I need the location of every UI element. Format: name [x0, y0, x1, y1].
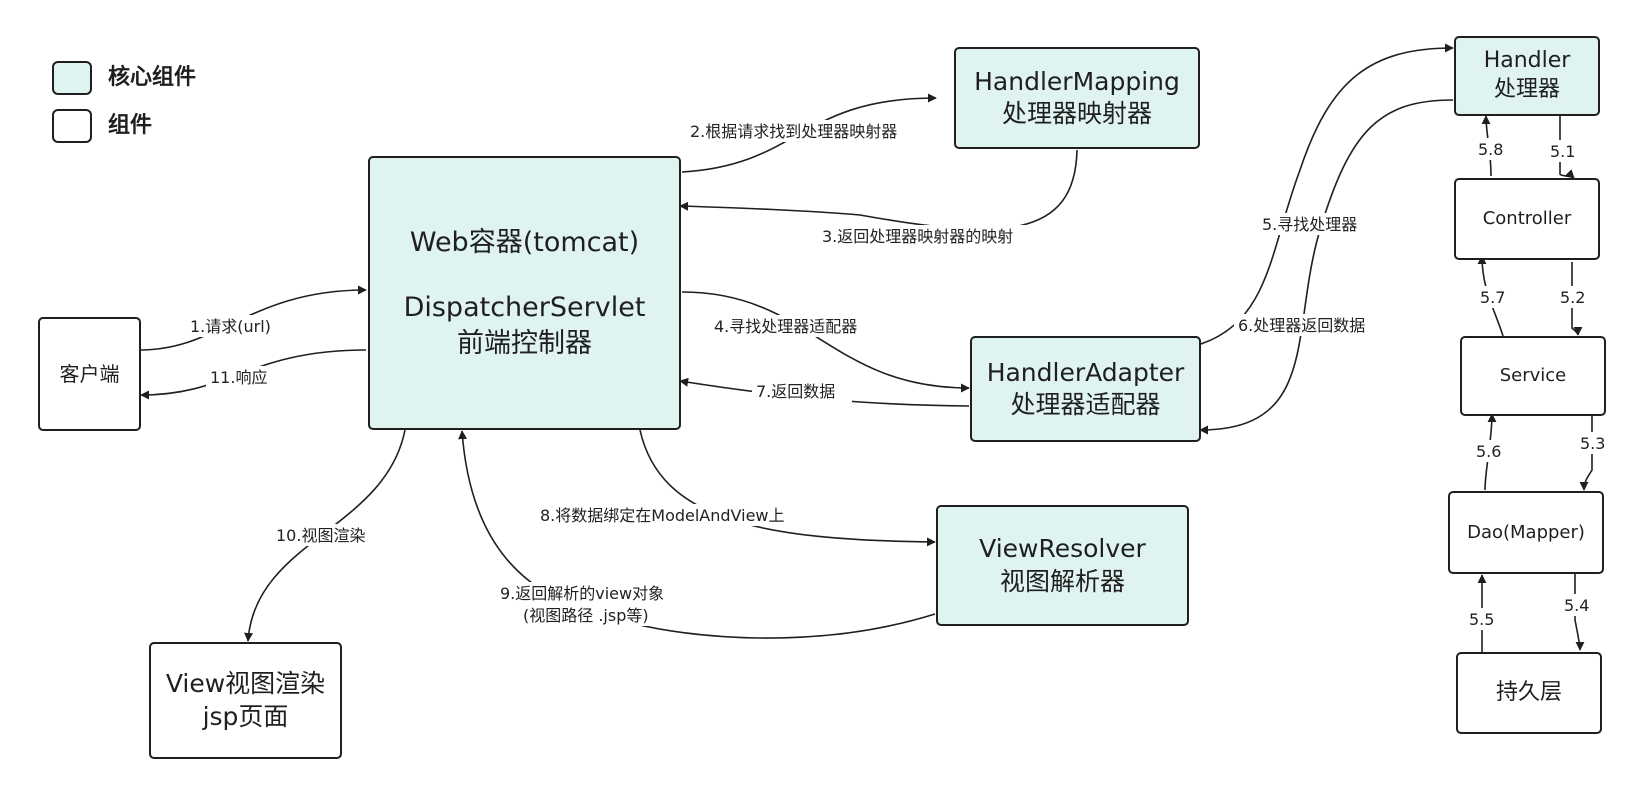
node-view: View视图渲染 jsp页面	[149, 642, 342, 759]
edge-label-3: 3.返回处理器映射器的映射	[822, 227, 1013, 246]
node-view-resolver-line2: 视图解析器	[999, 566, 1125, 596]
edge-6-handler-return	[1199, 99, 1454, 435]
edge-label-2: 2.根据请求找到处理器映射器	[690, 122, 897, 141]
node-client-label: 客户端	[59, 362, 120, 386]
edge-label-5-2: 5.2	[1560, 288, 1585, 307]
node-dispatcher-line1: Web容器(tomcat)	[409, 227, 640, 259]
edge-label-4: 4.寻找处理器适配器	[714, 317, 857, 336]
node-client: 客户端	[38, 317, 141, 431]
node-handler-adapter-line1: HandlerAdapter	[986, 357, 1185, 387]
edge-label-5-3: 5.3	[1580, 434, 1605, 453]
node-service: Service	[1460, 336, 1606, 416]
node-handler-mapping-line1: HandlerMapping	[974, 66, 1180, 96]
edge-label-7: 7.返回数据	[756, 382, 835, 401]
node-dao-mapper-label: Dao(Mapper)	[1467, 521, 1585, 543]
edge-label-8: 8.将数据绑定在ModelAndView上	[540, 506, 785, 525]
node-dispatcher-servlet: Web容器(tomcat) DispatcherServlet 前端控制器	[368, 156, 681, 430]
edge-4-find-adapter	[681, 291, 970, 393]
node-handler-line2: 处理器	[1493, 77, 1560, 102]
node-handler-mapping-line2: 处理器映射器	[1001, 99, 1152, 128]
edge-label-9-line2: (视图路径 .jsp等)	[523, 606, 649, 625]
legend-plain-label: 组件	[108, 113, 153, 138]
node-handler-adapter: HandlerAdapter 处理器适配器	[970, 336, 1201, 442]
node-view-line2: jsp页面	[202, 701, 289, 731]
legend-core-label: 核心组件	[108, 65, 197, 90]
node-handler-line1: Handler	[1483, 48, 1571, 74]
edge-label-5-1: 5.1	[1550, 142, 1575, 161]
edge-label-10: 10.视图渲染	[276, 526, 365, 545]
edge-label-5-6: 5.6	[1476, 442, 1501, 461]
node-dao-mapper: Dao(Mapper)	[1448, 491, 1604, 574]
node-view-line1: View视图渲染	[165, 669, 326, 698]
legend-plain-swatch	[52, 109, 92, 143]
node-service-label: Service	[1499, 365, 1567, 387]
legend-core-swatch	[52, 61, 92, 95]
node-persistence-label: 持久层	[1495, 679, 1562, 705]
edge-label-1: 1.请求(url)	[190, 317, 271, 336]
edge-label-5-7: 5.7	[1480, 288, 1505, 307]
node-persistence: 持久层	[1456, 652, 1602, 734]
node-dispatcher-line3: 前端控制器	[457, 327, 592, 359]
edge-label-9-line1: 9.返回解析的view对象	[500, 584, 664, 603]
node-handler-mapping: HandlerMapping 处理器映射器	[954, 47, 1200, 149]
edge-label-5-8: 5.8	[1478, 140, 1503, 159]
node-view-resolver: ViewResolver 视图解析器	[936, 505, 1189, 626]
node-handler-adapter-line2: 处理器适配器	[1010, 390, 1161, 419]
edge-label-5-4: 5.4	[1564, 596, 1589, 615]
node-view-resolver-line1: ViewResolver	[979, 534, 1146, 563]
edge-label-5-5: 5.5	[1469, 610, 1494, 629]
node-controller: Controller	[1454, 178, 1600, 260]
edge-label-5: 5.寻找处理器	[1262, 215, 1357, 234]
edge-5-find-handler	[1200, 43, 1454, 345]
node-handler: Handler 处理器	[1454, 36, 1600, 116]
edge-label-11: 11.响应	[210, 368, 267, 387]
node-dispatcher-line2: DispatcherServlet	[403, 292, 646, 324]
node-controller-label: Controller	[1482, 208, 1572, 230]
edge-label-6: 6.处理器返回数据	[1238, 316, 1365, 335]
